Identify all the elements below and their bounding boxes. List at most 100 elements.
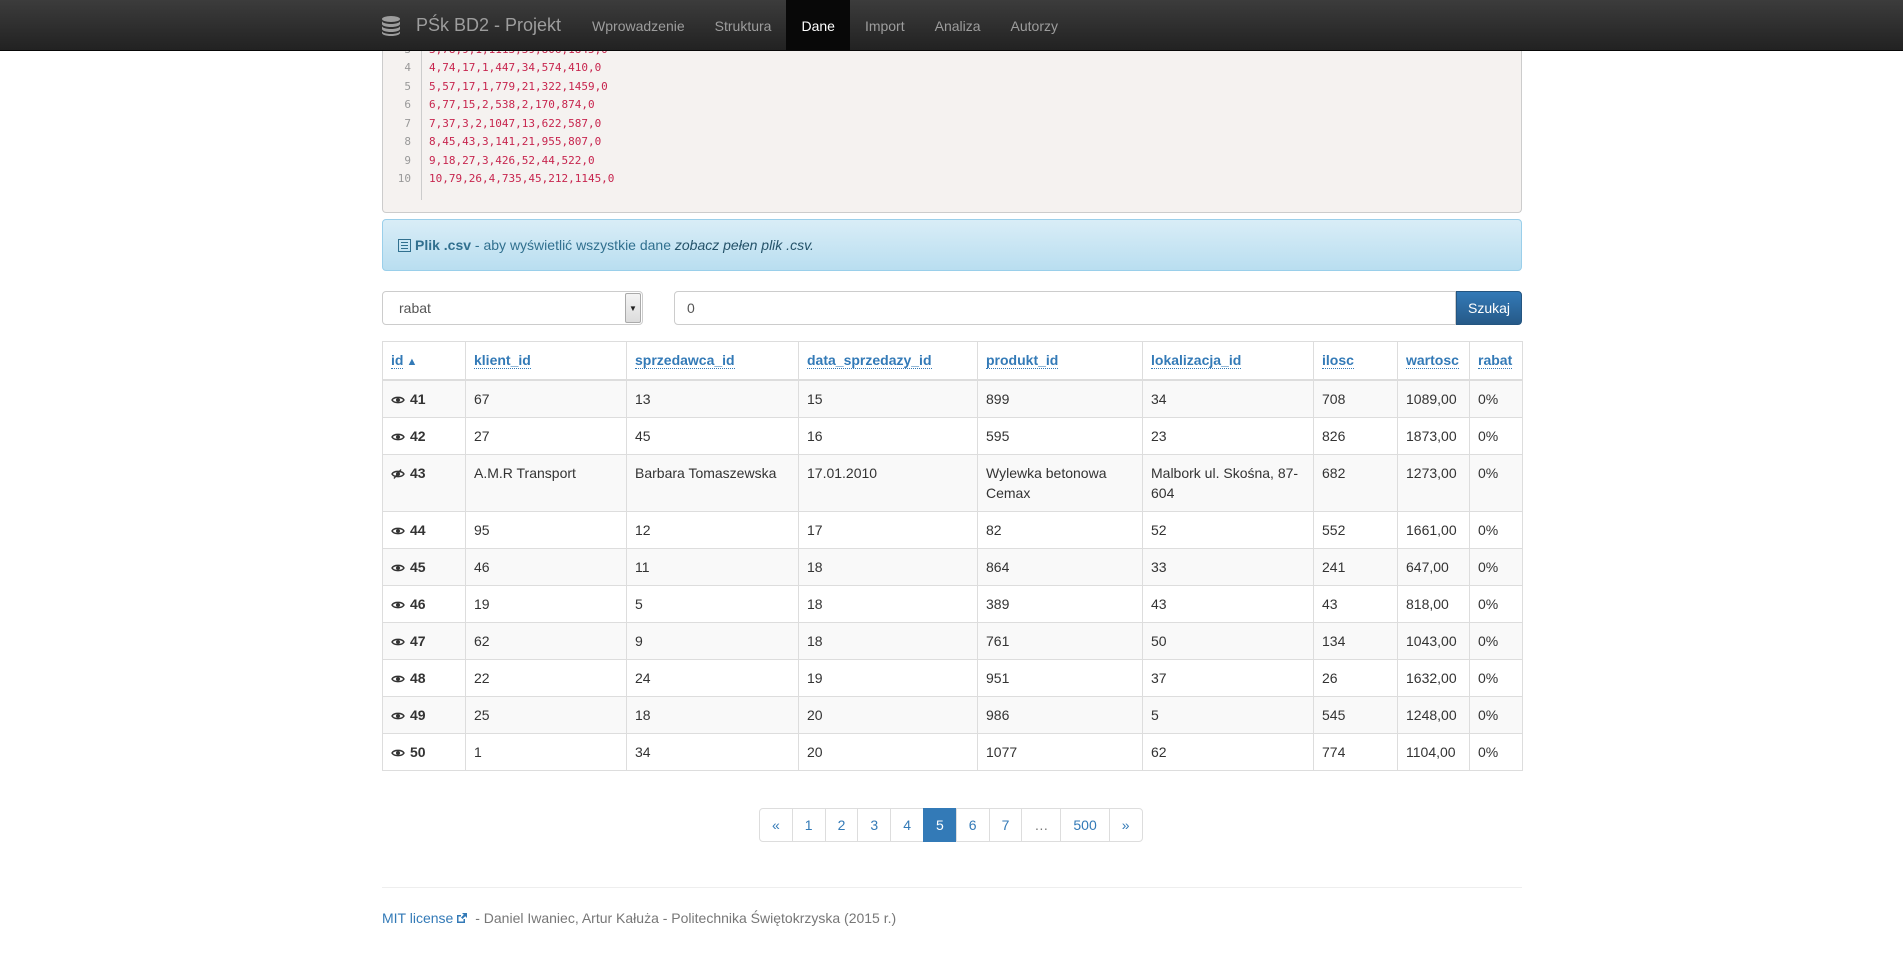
cell-data_sprzedazy_id: 18 <box>798 548 978 586</box>
cell-lokalizacja_id: 23 <box>1142 417 1314 455</box>
page-5[interactable]: 5 <box>922 808 957 842</box>
cell-produkt_id: 1077 <box>977 733 1143 771</box>
table-body: 41 67 13 15 899 34 708 1089,00 0% 42 27 45 16 595 23 82… <box>382 379 1523 771</box>
csv-line-text: 7,37,3,2,1047,13,622,587,0 <box>429 116 602 130</box>
page-1[interactable]: 1 <box>791 808 826 842</box>
nav-item-struktura[interactable]: Struktura <box>700 0 787 51</box>
column-header-data_sprzedazy_id: data_sprzedazy_id <box>798 341 978 381</box>
eye-open-icon[interactable] <box>391 563 405 573</box>
eye-open-icon[interactable] <box>391 600 405 610</box>
sort-link-id[interactable]: id <box>391 352 404 369</box>
mit-license-link[interactable]: MIT license <box>382 910 453 926</box>
cell-rabat: 0% <box>1469 622 1523 660</box>
cell-rabat: 0% <box>1469 548 1523 586</box>
cell-sprzedawca_id: 34 <box>626 733 799 771</box>
page-6[interactable]: 6 <box>955 808 990 842</box>
code-line: 8 8,45,43,3,141,21,955,807,0 <box>383 133 601 152</box>
cell-produkt_id: 951 <box>977 659 1143 697</box>
cell-lokalizacja_id: 5 <box>1142 696 1314 734</box>
csv-line-text: 10,79,26,4,735,45,212,1145,0 <box>429 172 615 186</box>
table-row: 42 27 45 16 595 23 826 1873,00 0% <box>382 417 1523 455</box>
column-header-rabat: rabat <box>1469 341 1523 381</box>
table-row: 47 62 9 18 761 50 134 1043,00 0% <box>382 622 1523 660</box>
cell-lokalizacja_id: 50 <box>1142 622 1314 660</box>
eye-open-icon[interactable] <box>391 711 405 721</box>
search-field-value: rabat <box>399 300 431 316</box>
cell-rabat: 0% <box>1469 696 1523 734</box>
id-cell: 49 <box>382 696 466 734</box>
nav-item-autorzy[interactable]: Autorzy <box>996 0 1073 51</box>
brand-label: PŚk BD2 - Projekt <box>416 15 562 35</box>
cell-sprzedawca_id: 13 <box>626 379 799 418</box>
sort-link-data_sprzedazy_id[interactable]: data_sprzedazy_id <box>807 352 932 369</box>
csv-line-text: 8,45,43,3,141,21,955,807,0 <box>429 135 602 149</box>
eye-open-icon[interactable] <box>391 674 405 684</box>
cell-lokalizacja_id: 62 <box>1142 733 1314 771</box>
search-field-select[interactable]: rabat ▼ <box>382 291 643 325</box>
eye-open-icon[interactable] <box>391 637 405 647</box>
csv-line-text: 9,18,27,3,426,52,44,522,0 <box>429 153 595 167</box>
eye-open-icon[interactable] <box>391 526 405 536</box>
page-prev[interactable]: « <box>759 808 793 842</box>
eye-open-icon[interactable] <box>391 432 405 442</box>
brand[interactable]: PŚk BD2 - Projekt <box>380 15 561 37</box>
code-line: 7 7,37,3,2,1047,13,622,587,0 <box>383 114 601 133</box>
id-cell: 46 <box>382 585 466 623</box>
search-button[interactable]: Szukaj <box>1456 291 1522 325</box>
sort-link-sprzedawca_id[interactable]: sprzedawca_id <box>635 352 735 369</box>
cell-data_sprzedazy_id: 16 <box>798 417 978 455</box>
nav-item-wprowadzenie[interactable]: Wprowadzenie <box>577 0 700 51</box>
sort-link-produkt_id[interactable]: produkt_id <box>986 352 1059 369</box>
sort-link-rabat[interactable]: rabat <box>1478 352 1513 369</box>
cell-wartosc: 818,00 <box>1397 585 1470 623</box>
eye-open-icon[interactable] <box>391 395 405 405</box>
sort-link-klient_id[interactable]: klient_id <box>474 352 531 369</box>
sort-link-ilosc[interactable]: ilosc <box>1322 352 1354 369</box>
full-csv-link[interactable]: zobacz pełen plik .csv. <box>675 237 814 253</box>
code-line: 10 10,79,26,4,735,45,212,1145,0 <box>383 170 615 189</box>
page-500[interactable]: 500 <box>1060 808 1110 842</box>
sort-link-lokalizacja_id[interactable]: lokalizacja_id <box>1151 352 1242 369</box>
dropdown-arrow-icon[interactable]: ▼ <box>625 293 641 323</box>
search-input-value: 0 <box>687 300 695 316</box>
cell-ilosc: 682 <box>1313 454 1398 512</box>
cell-wartosc: 1043,00 <box>1397 622 1470 660</box>
nav-item-analiza[interactable]: Analiza <box>920 0 996 51</box>
column-header-ilosc: ilosc <box>1313 341 1398 381</box>
page-next[interactable]: » <box>1108 808 1143 842</box>
cell-ilosc: 241 <box>1313 548 1398 586</box>
eye-open-icon[interactable] <box>391 748 405 758</box>
code-line: 6 6,77,15,2,538,2,170,874,0 <box>383 96 594 115</box>
line-number: 10 <box>397 172 411 186</box>
cell-lokalizacja_id: 52 <box>1142 511 1314 549</box>
cell-produkt_id: 761 <box>977 622 1143 660</box>
cell-produkt_id: 389 <box>977 585 1143 623</box>
id-cell: 43 <box>382 454 466 512</box>
cell-lokalizacja_id: 37 <box>1142 659 1314 697</box>
cell-klient_id: 62 <box>465 622 627 660</box>
eye-close-icon[interactable] <box>391 469 405 479</box>
id-cell: 45 <box>382 548 466 586</box>
code-line: 5 5,57,17,1,779,21,322,1459,0 <box>383 77 607 96</box>
page-7[interactable]: 7 <box>988 808 1023 842</box>
row-id: 48 <box>410 670 426 686</box>
column-header-produkt_id: produkt_id <box>977 341 1143 381</box>
cell-wartosc: 1873,00 <box>1397 417 1470 455</box>
top-navbar: PŚk BD2 - Projekt Wprowadzenie Struktura D… <box>0 0 1903 51</box>
page-3[interactable]: 3 <box>857 808 892 842</box>
nav-item-import[interactable]: Import <box>850 0 920 51</box>
cell-produkt_id: 82 <box>977 511 1143 549</box>
cell-klient_id: 67 <box>465 379 627 418</box>
column-header-lokalizacja_id: lokalizacja_id <box>1142 341 1314 381</box>
sort-link-wartosc[interactable]: wartosc <box>1406 352 1459 369</box>
page-2[interactable]: 2 <box>824 808 859 842</box>
cell-data_sprzedazy_id: 18 <box>798 622 978 660</box>
nav-item-dane[interactable]: Dane <box>786 0 850 51</box>
page-4[interactable]: 4 <box>890 808 924 842</box>
cell-rabat: 0% <box>1469 417 1523 455</box>
search-input[interactable]: 0 <box>674 291 1456 325</box>
cell-klient_id: 1 <box>465 733 627 771</box>
column-header-id: id ▲ <box>382 341 466 381</box>
column-header-wartosc: wartosc <box>1397 341 1470 381</box>
column-header-sprzedawca_id: sprzedawca_id <box>626 341 799 381</box>
